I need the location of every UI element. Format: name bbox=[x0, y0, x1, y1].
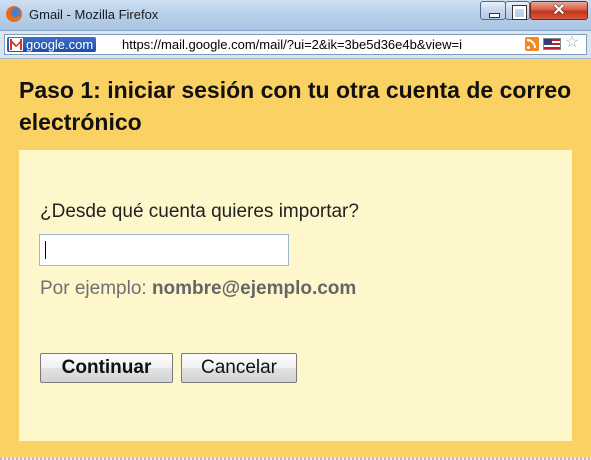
rss-icon[interactable] bbox=[525, 37, 539, 51]
us-flag-icon[interactable] bbox=[543, 38, 561, 50]
gmail-icon bbox=[9, 38, 23, 51]
close-button[interactable]: ✕ bbox=[530, 1, 588, 20]
browser-window: Gmail - Mozilla Firefox ✕ google.com htt… bbox=[0, 0, 591, 460]
page-title: Paso 1: iniciar sesión con tu otra cuent… bbox=[19, 77, 572, 135]
minimize-icon bbox=[489, 13, 500, 18]
site-identity-label: google.com bbox=[26, 37, 94, 52]
import-dialog: Paso 1: iniciar sesión con tu otra cuent… bbox=[0, 59, 591, 460]
example-prefix: Por ejemplo: bbox=[40, 278, 152, 299]
maximize-icon bbox=[512, 5, 527, 20]
minimize-button[interactable] bbox=[480, 1, 506, 20]
example-hint: Por ejemplo: nombre@ejemplo.com bbox=[40, 278, 356, 300]
email-field[interactable] bbox=[39, 234, 289, 266]
example-email: nombre@ejemplo.com bbox=[151, 278, 357, 299]
bookmark-star-icon[interactable]: ☆ bbox=[565, 34, 579, 52]
site-identity-button[interactable]: google.com bbox=[7, 37, 97, 52]
cancel-button[interactable]: Cancelar bbox=[181, 353, 297, 383]
address-bar: google.com https://mail.google.com/mail/… bbox=[0, 31, 591, 59]
url-text[interactable]: https://mail.google.com/mail/?ui=2&ik=3b… bbox=[122, 37, 521, 52]
form-panel: ¿Desde qué cuenta quieres importar? Por … bbox=[19, 150, 572, 441]
text-caret bbox=[45, 241, 46, 259]
window-title: Gmail - Mozilla Firefox bbox=[29, 7, 159, 22]
maximize-button[interactable] bbox=[505, 1, 530, 20]
url-field[interactable]: google.com https://mail.google.com/mail/… bbox=[4, 34, 587, 55]
question-label: ¿Desde qué cuenta quieres importar? bbox=[40, 201, 359, 222]
continue-button[interactable]: Continuar bbox=[40, 353, 173, 383]
title-bar[interactable]: Gmail - Mozilla Firefox ✕ bbox=[0, 0, 591, 31]
close-icon: ✕ bbox=[552, 2, 566, 19]
firefox-icon bbox=[6, 6, 22, 22]
